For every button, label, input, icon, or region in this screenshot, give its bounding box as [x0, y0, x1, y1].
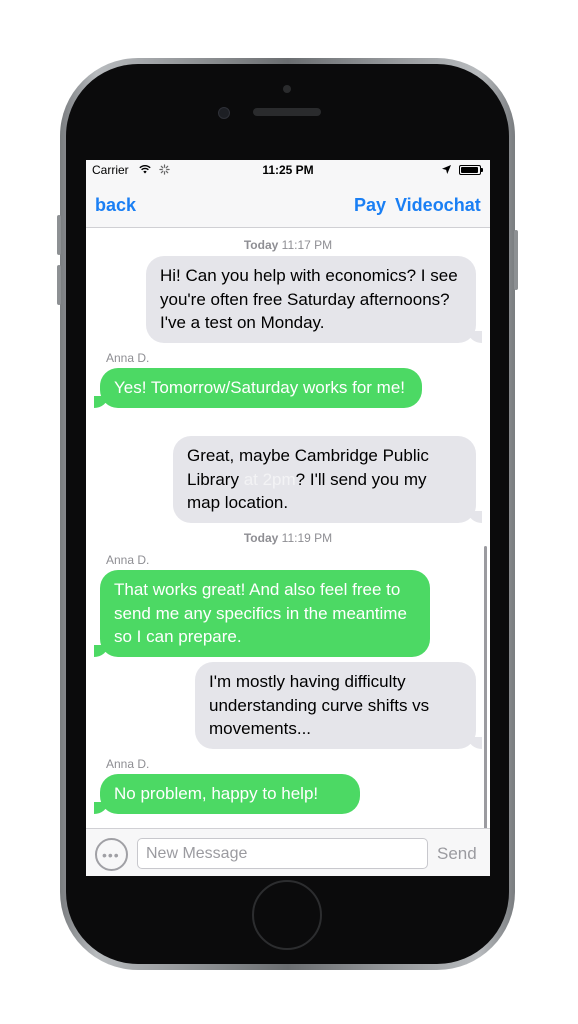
sender-name: Anna D.: [106, 553, 150, 567]
back-button[interactable]: back: [95, 195, 136, 216]
outgoing-message[interactable]: I'm mostly having difficulty understandi…: [195, 662, 482, 749]
incoming-message[interactable]: That works great! And also feel free to …: [94, 570, 430, 657]
new-message-input[interactable]: [137, 838, 428, 869]
incoming-message[interactable]: No problem, happy to help!: [94, 774, 360, 814]
outgoing-message[interactable]: Great, maybe Cambridge Public Library at…: [173, 436, 482, 523]
home-button[interactable]: [252, 880, 322, 950]
navigation-bar: back Pay Videochat: [86, 180, 490, 228]
sender-name: Anna D.: [106, 351, 150, 365]
sender-name: Anna D.: [106, 757, 150, 771]
message-thread[interactable]: Today 11:17 PM Hi! Can you help with eco…: [86, 228, 490, 876]
timestamp: Today 11:19 PM: [86, 531, 490, 545]
message-text: No problem, happy to help!: [114, 784, 319, 803]
more-options-icon: •••: [102, 847, 120, 863]
message-text: Yes! Tomorrow/Saturday works for me!: [114, 378, 406, 397]
message-input-bar: ••• Send: [86, 828, 490, 876]
send-button[interactable]: Send: [437, 844, 477, 864]
proximity-sensor: [283, 85, 291, 93]
incoming-message[interactable]: Yes! Tomorrow/Saturday works for me!: [94, 368, 422, 408]
status-time: 11:25 PM: [262, 163, 314, 177]
timestamp-day: Today: [243, 238, 279, 252]
timestamp: Today 11:17 PM: [86, 238, 490, 252]
detected-time-link[interactable]: at 2pm: [244, 470, 296, 489]
outgoing-message[interactable]: Hi! Can you help with economics? I see y…: [146, 256, 482, 343]
phone-volume-down: [57, 265, 61, 305]
message-text: I'm mostly having difficulty understandi…: [209, 672, 430, 738]
message-text: Hi! Can you help with economics? I see y…: [160, 266, 458, 332]
scrollbar[interactable]: [484, 546, 487, 876]
phone-volume-up: [57, 215, 61, 255]
phone-power-button: [514, 230, 518, 290]
pay-button[interactable]: Pay: [354, 195, 386, 216]
timestamp-day: Today: [243, 531, 279, 545]
timestamp-time: 11:17 PM: [281, 238, 333, 252]
videochat-button[interactable]: Videochat: [395, 195, 481, 216]
battery-icon: [459, 165, 483, 175]
status-bar: Carrier 11:25 PM: [86, 160, 490, 180]
location-arrow-icon: [442, 165, 451, 174]
phone-screen: Carrier 11:25 PM back Pay Videochat Toda…: [86, 160, 490, 876]
front-camera: [218, 107, 230, 119]
more-options-button[interactable]: •••: [95, 838, 128, 871]
message-text: That works great! And also feel free to …: [114, 580, 407, 646]
timestamp-time: 11:19 PM: [281, 531, 333, 545]
earpiece-speaker: [253, 108, 321, 116]
